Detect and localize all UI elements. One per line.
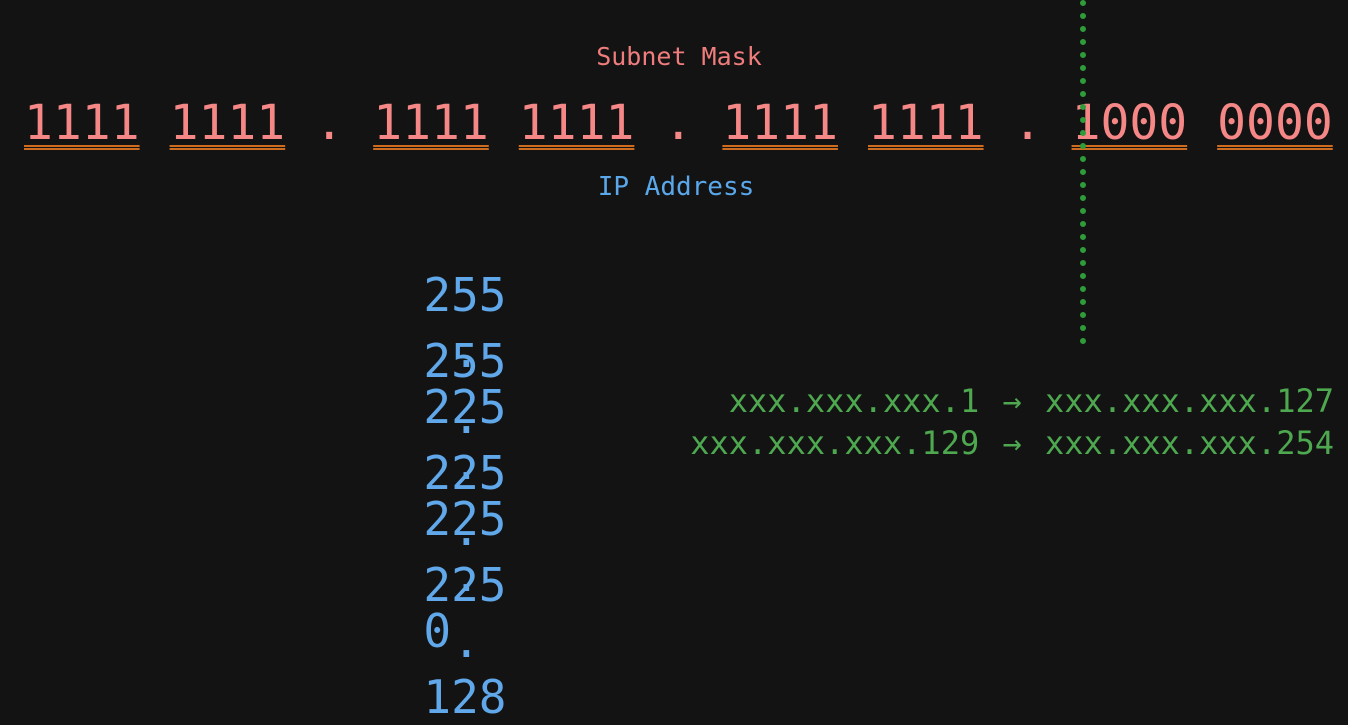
ip-dot: .	[452, 502, 481, 556]
host-range-1: xxx.xxx.xxx.1 → xxx.xxx.xxx.127	[729, 381, 1334, 421]
host-range-2: xxx.xxx.xxx.129 → xxx.xxx.xxx.254	[690, 423, 1334, 463]
ip-dot: .	[452, 614, 481, 668]
mask-octet-4-low: 0000	[1217, 95, 1333, 151]
range-end: xxx.xxx.xxx.254	[1045, 424, 1334, 462]
ip-octet: 225	[423, 558, 507, 612]
range-start: xxx.xxx.xxx.129	[690, 424, 980, 462]
mask-octet-3-high: 1111	[722, 95, 838, 151]
ip-address-row-2: 255 . 225 . 225 . 128	[368, 277, 509, 725]
arrow-right-icon: →	[1002, 424, 1022, 462]
mask-dot: .	[663, 95, 693, 151]
mask-octet-2-high: 1111	[373, 95, 489, 151]
mask-octet-1-low: 1111	[169, 95, 286, 151]
ip-address-label: IP Address	[597, 172, 755, 202]
subnet-mask-label: Subnet Mask	[596, 42, 762, 71]
ip-octet: 225	[423, 446, 507, 500]
mask-octet-2-low: 1111	[518, 95, 635, 151]
mask-dot: .	[1013, 95, 1043, 151]
mask-dot: .	[314, 95, 344, 151]
arrow-right-icon: →	[1002, 382, 1022, 420]
range-start: xxx.xxx.xxx.1	[728, 382, 980, 420]
range-end: xxx.xxx.xxx.127	[1045, 382, 1334, 420]
mask-octet-3-low: 1111	[867, 95, 984, 151]
mask-octet-1-high: 1111	[24, 95, 140, 151]
ip-octet: 128	[423, 670, 507, 724]
ip-dot: .	[452, 390, 481, 444]
subnet-boundary-divider	[1080, 0, 1086, 352]
subnet-mask-binary: 1111 1111 . 1111 1111 . 1111 1111 . 1000…	[24, 92, 1333, 154]
mask-octet-4-high: 1000	[1071, 95, 1188, 151]
ip-octet: 255	[423, 334, 507, 388]
